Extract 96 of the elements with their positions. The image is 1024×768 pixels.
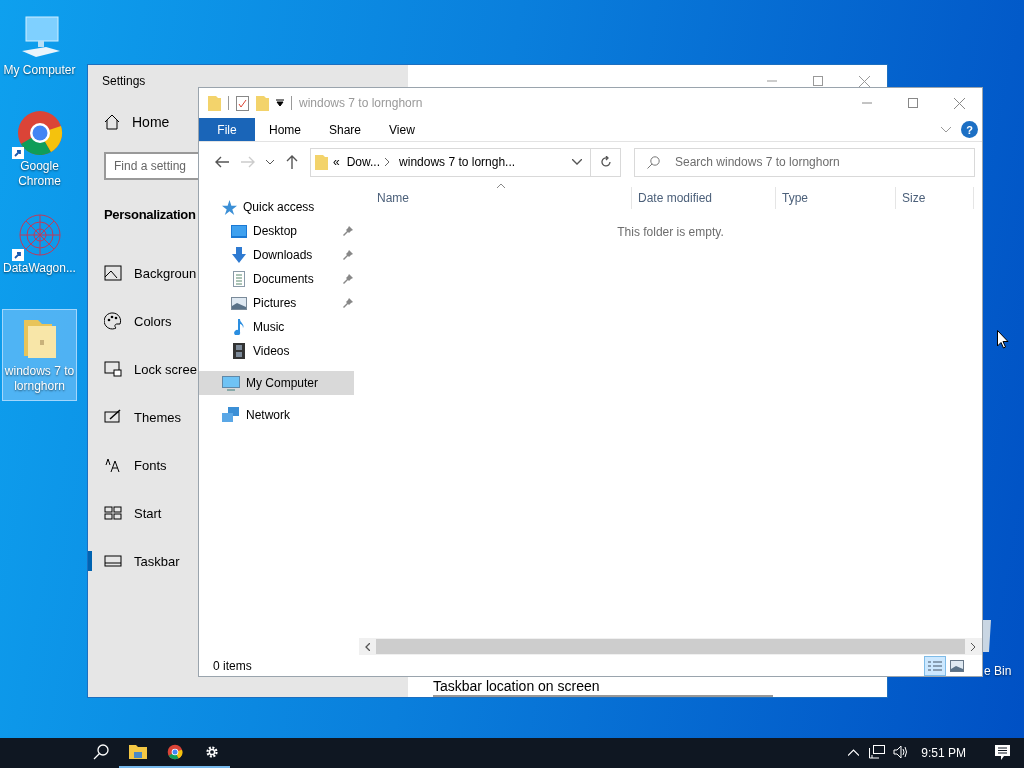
folder-icon xyxy=(208,95,221,111)
caret-up-icon xyxy=(847,748,859,756)
start-icon xyxy=(104,506,122,520)
help-button[interactable]: ? xyxy=(961,121,978,138)
folder-icon xyxy=(128,745,147,759)
maximize-icon xyxy=(908,98,918,108)
themes-icon xyxy=(104,409,122,425)
thumbnail-view-icon xyxy=(950,659,964,672)
maximize-icon xyxy=(813,76,823,86)
pin-icon xyxy=(343,250,353,260)
nav-item[interactable]: Desktop xyxy=(199,219,359,243)
chevron-right-icon xyxy=(385,158,391,166)
chevron-right-icon xyxy=(971,642,976,651)
nav-item[interactable]: Quick access xyxy=(199,195,354,219)
sort-caret-icon xyxy=(497,183,505,188)
shortcut-arrow-icon xyxy=(11,147,24,159)
item-count: 0 items xyxy=(213,658,253,673)
sidebar-item[interactable]: Start xyxy=(88,489,198,537)
pin-icon xyxy=(343,226,353,236)
browser-icon xyxy=(15,109,64,157)
close-icon xyxy=(953,97,965,109)
network-icon xyxy=(222,407,240,423)
taskbar-icon xyxy=(104,555,122,567)
fonts-icon xyxy=(104,457,122,473)
palette-icon xyxy=(104,312,122,330)
close-icon xyxy=(858,75,870,87)
download-arrow-icon xyxy=(232,247,246,263)
section-heading: Personalization xyxy=(104,207,196,222)
shortcut-arrow-icon xyxy=(11,249,24,261)
refresh-icon xyxy=(599,156,612,168)
file-menu-button[interactable]: File xyxy=(199,118,255,141)
sidebar-item[interactable]: Fonts xyxy=(88,441,198,489)
column-header[interactable]: Size xyxy=(896,187,974,209)
new-folder-icon xyxy=(256,95,269,111)
chevron-down-icon xyxy=(266,159,274,165)
nav-item[interactable]: Music xyxy=(199,315,359,339)
sidebar-item[interactable]: Colors xyxy=(88,297,198,345)
nav-item[interactable]: Pictures xyxy=(199,291,359,315)
nav-item[interactable]: Documents xyxy=(199,267,359,291)
gear-icon xyxy=(204,745,219,759)
lock-screen-icon xyxy=(104,361,122,377)
details-view-button[interactable] xyxy=(924,655,946,676)
dropdown-icon xyxy=(276,99,284,107)
search-icon xyxy=(647,155,660,169)
setting-label: Taskbar location on screen xyxy=(433,678,601,694)
ribbon-tab[interactable]: View xyxy=(375,118,429,141)
nav-item[interactable]: My Computer xyxy=(199,371,354,395)
expand-ribbon-icon[interactable] xyxy=(941,126,951,133)
chevron-left-icon xyxy=(365,642,370,651)
column-header[interactable]: Type xyxy=(776,187,896,209)
ribbon-tab[interactable]: Share xyxy=(315,118,376,141)
pin-icon xyxy=(343,298,353,308)
refresh-button[interactable] xyxy=(591,147,621,177)
browser-icon xyxy=(166,744,183,760)
document-icon xyxy=(233,271,245,287)
column-header[interactable]: Name xyxy=(371,187,632,209)
desktop-icon xyxy=(231,224,247,238)
computer-icon xyxy=(222,375,240,391)
nav-item[interactable]: Network xyxy=(199,403,354,427)
message-icon xyxy=(994,744,1010,760)
nav-item[interactable]: Downloads xyxy=(199,243,359,267)
ribbon-tab[interactable]: Home xyxy=(255,118,315,141)
music-note-icon xyxy=(233,319,245,335)
folder-icon xyxy=(315,154,328,170)
sidebar-item[interactable]: Lock scree xyxy=(88,345,198,393)
sidebar-item[interactable]: Backgroun xyxy=(88,249,198,297)
window-title: windows 7 to lornghorn xyxy=(299,96,424,110)
speaker-icon xyxy=(893,745,910,759)
sidebar-item[interactable]: Themes xyxy=(88,393,198,441)
chevron-down-icon[interactable] xyxy=(572,159,582,165)
column-header[interactable]: Date modified xyxy=(632,187,776,209)
clock[interactable]: 9:51 PM xyxy=(921,746,966,760)
picture-icon xyxy=(104,265,122,281)
address-bar[interactable]: « Dow... windows 7 to lorngh... xyxy=(310,147,591,177)
home-item[interactable]: Home xyxy=(88,98,198,146)
search-field[interactable]: Find a setting xyxy=(104,152,198,180)
icon-label: e Bin xyxy=(984,664,1012,679)
film-icon xyxy=(233,343,245,359)
details-view-icon xyxy=(928,659,942,672)
properties-icon xyxy=(236,95,249,111)
up-arrow-icon xyxy=(286,155,298,169)
pin-icon xyxy=(343,274,353,284)
breadcrumb[interactable]: windows 7 to lorngh... xyxy=(399,155,516,169)
star-icon xyxy=(222,199,237,215)
window-title: Settings xyxy=(102,74,146,90)
wired-network-icon xyxy=(869,745,886,759)
mouse-pointer-icon xyxy=(997,330,1009,349)
home-icon xyxy=(104,114,120,130)
nav-item[interactable]: Videos xyxy=(199,339,359,363)
scrollbar-thumb[interactable] xyxy=(376,639,965,654)
breadcrumb[interactable]: Dow... xyxy=(346,155,381,169)
search-icon xyxy=(92,744,109,760)
horizontal-scrollbar[interactable] xyxy=(359,638,982,655)
picture-icon xyxy=(231,296,247,310)
empty-folder-message: This folder is empty. xyxy=(617,225,724,239)
overflow-breadcrumb[interactable]: « xyxy=(333,155,340,169)
